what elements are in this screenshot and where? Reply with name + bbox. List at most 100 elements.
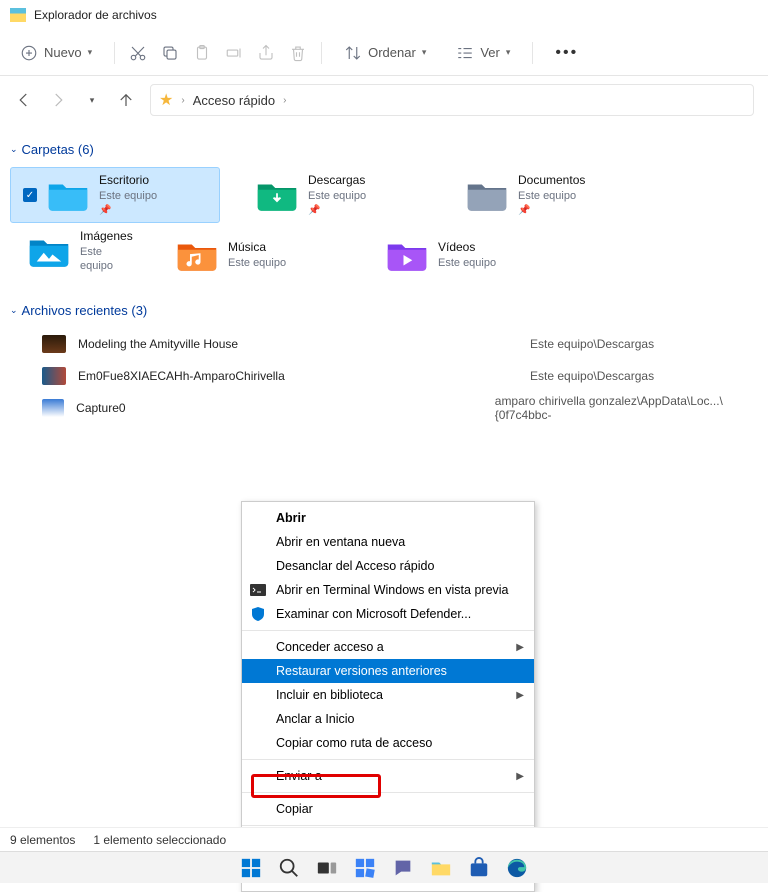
window-title: Explorador de archivos — [34, 8, 157, 22]
folder-escritorio[interactable]: ✓ Escritorio Este equipo 📌 — [10, 167, 220, 223]
view-button[interactable]: Ver ▾ — [448, 40, 518, 66]
folder-videos[interactable]: Vídeos Este equipo — [350, 227, 560, 283]
folder-name: Vídeos — [438, 240, 496, 256]
recent-file-item[interactable]: Capture0 amparo chirivella gonzalez\AppD… — [10, 392, 758, 424]
folder-location: Este equipo — [438, 256, 496, 270]
menu-separator — [242, 759, 534, 760]
sort-label: Ordenar — [368, 45, 416, 60]
chevron-right-icon: ▶ — [516, 642, 524, 653]
cut-icon[interactable] — [129, 44, 147, 62]
taskbar — [0, 851, 768, 883]
store-button[interactable] — [467, 856, 491, 880]
chevron-down-icon: ▾ — [422, 47, 427, 58]
ctx-pin-start[interactable]: Anclar a Inicio — [242, 707, 534, 731]
folder-name: Imágenes — [80, 229, 133, 245]
up-button[interactable] — [116, 90, 136, 110]
nav-row: ▾ ★ › Acceso rápido › — [0, 76, 768, 124]
folder-descargas[interactable]: Descargas Este equipo 📌 — [220, 167, 430, 223]
ctx-give-access[interactable]: Conceder acceso a▶ — [242, 635, 534, 659]
rename-icon[interactable] — [225, 44, 243, 62]
videos-folder-icon — [386, 237, 428, 273]
toolbar: Nuevo ▾ Ordenar ▾ Ver ▾ ••• — [0, 30, 768, 76]
chevron-right-icon: ▶ — [516, 690, 524, 701]
back-button[interactable] — [14, 90, 34, 110]
ctx-open[interactable]: Abrir — [242, 506, 534, 530]
sort-button[interactable]: Ordenar ▾ — [336, 40, 434, 66]
separator — [114, 42, 115, 64]
forward-button[interactable] — [48, 90, 68, 110]
content-area: ⌄ Carpetas (6) ✓ Escritorio Este equipo … — [0, 124, 768, 424]
file-thumbnail — [42, 399, 64, 417]
star-icon: ★ — [159, 90, 173, 110]
file-thumbnail — [42, 335, 66, 353]
documents-folder-icon — [466, 177, 508, 213]
breadcrumb-root[interactable]: Acceso rápido — [193, 93, 275, 108]
ctx-copy-path[interactable]: Copiar como ruta de acceso — [242, 731, 534, 755]
ctx-unpin-quick-access[interactable]: Desanclar del Acceso rápido — [242, 554, 534, 578]
downloads-folder-icon — [256, 177, 298, 213]
more-button[interactable]: ••• — [547, 40, 586, 66]
ctx-scan-defender[interactable]: Examinar con Microsoft Defender... — [242, 602, 534, 626]
pin-icon: 📌 — [99, 204, 157, 217]
paste-icon[interactable] — [193, 44, 211, 62]
folders-label: Carpetas (6) — [22, 142, 94, 157]
menu-separator — [242, 792, 534, 793]
folder-name: Documentos — [518, 173, 585, 189]
app-icon — [10, 8, 26, 22]
pictures-folder-icon — [28, 233, 70, 269]
copy-icon[interactable] — [161, 44, 179, 62]
recent-label: Archivos recientes (3) — [22, 303, 148, 318]
file-path: Este equipo\Descargas — [530, 369, 654, 383]
new-label: Nuevo — [44, 45, 82, 60]
edge-button[interactable] — [505, 856, 529, 880]
new-button[interactable]: Nuevo ▾ — [12, 40, 100, 66]
history-button[interactable]: ▾ — [82, 90, 102, 110]
ctx-restore-versions[interactable]: Restaurar versiones anteriores — [242, 659, 534, 683]
folders-section-header[interactable]: ⌄ Carpetas (6) — [10, 142, 758, 157]
ctx-send-to[interactable]: Enviar a▶ — [242, 764, 534, 788]
file-path: amparo chirivella gonzalez\AppData\Loc..… — [495, 394, 758, 422]
ctx-open-terminal[interactable]: Abrir en Terminal Windows en vista previ… — [242, 578, 534, 602]
status-selection-count: 1 elemento seleccionado — [93, 833, 226, 847]
folder-name: Música — [228, 240, 286, 256]
separator — [532, 42, 533, 64]
search-button[interactable] — [277, 856, 301, 880]
status-item-count: 9 elementos — [10, 833, 75, 847]
recent-file-item[interactable]: Modeling the Amityville House Este equip… — [10, 328, 758, 360]
folder-location: Este equipo — [99, 189, 157, 203]
folders-grid: ✓ Escritorio Este equipo 📌 Descargas Est… — [10, 167, 758, 283]
chevron-down-icon: ⌄ — [10, 305, 18, 316]
folder-musica[interactable]: Música Este equipo — [140, 227, 350, 283]
sort-icon — [344, 44, 362, 62]
file-name: Capture0 — [76, 401, 483, 415]
chevron-right-icon: › — [181, 95, 184, 106]
ctx-include-library[interactable]: Incluir en biblioteca▶ — [242, 683, 534, 707]
share-icon[interactable] — [257, 44, 275, 62]
chat-button[interactable] — [391, 856, 415, 880]
folder-documentos[interactable]: Documentos Este equipo 📌 — [430, 167, 640, 223]
music-folder-icon — [176, 237, 218, 273]
desktop-folder-icon — [47, 177, 89, 213]
explorer-button[interactable] — [429, 856, 453, 880]
chevron-down-icon: ▾ — [88, 47, 93, 58]
ctx-copy[interactable]: Copiar — [242, 797, 534, 821]
breadcrumb[interactable]: ★ › Acceso rápido › — [150, 84, 754, 116]
menu-separator — [242, 630, 534, 631]
folder-imagenes[interactable]: Imágenes Este equipo — [10, 223, 140, 279]
recent-section-header[interactable]: ⌄ Archivos recientes (3) — [10, 303, 758, 318]
separator — [321, 42, 322, 64]
chevron-right-icon: › — [283, 95, 286, 106]
ctx-open-new-window[interactable]: Abrir en ventana nueva — [242, 530, 534, 554]
pin-icon: 📌 — [518, 204, 585, 217]
delete-icon[interactable] — [289, 44, 307, 62]
task-view-button[interactable] — [315, 856, 339, 880]
terminal-icon — [250, 582, 266, 598]
start-button[interactable] — [239, 856, 263, 880]
folder-location: Este equipo — [80, 245, 133, 274]
file-name: Em0Fue8XIAECAHh-AmparoChirivella — [78, 369, 518, 383]
chevron-down-icon: ⌄ — [10, 144, 18, 155]
widgets-button[interactable] — [353, 856, 377, 880]
folder-location: Este equipo — [228, 256, 286, 270]
checkbox-checked-icon[interactable]: ✓ — [23, 188, 37, 202]
recent-file-item[interactable]: Em0Fue8XIAECAHh-AmparoChirivella Este eq… — [10, 360, 758, 392]
